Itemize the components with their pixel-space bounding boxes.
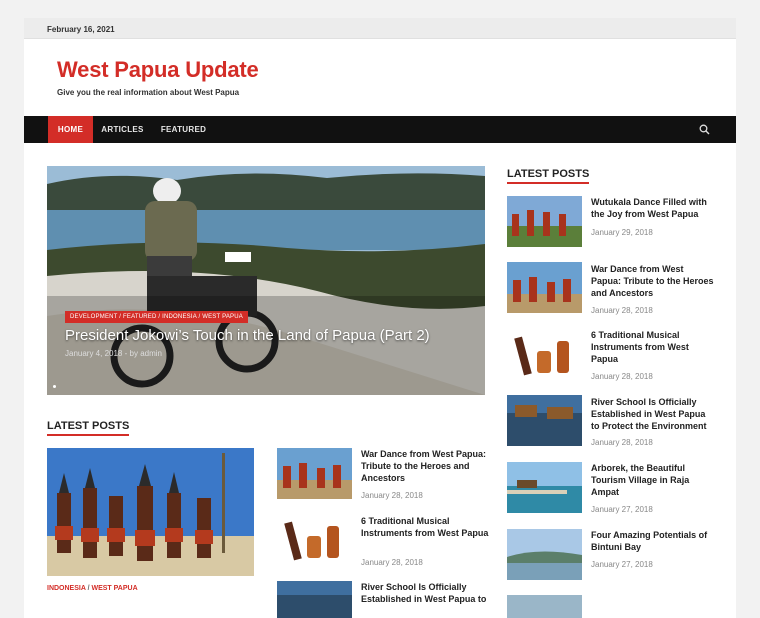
sidebar-thumbnail[interactable] [507, 262, 582, 313]
site-title[interactable]: West Papua Update [57, 39, 736, 83]
big-post-image[interactable] [47, 448, 254, 576]
sidebar-thumbnail[interactable] [507, 395, 582, 446]
category-link-indonesia[interactable]: INDONESIA [47, 585, 86, 592]
sidebar-thumbnail[interactable] [507, 462, 582, 513]
sidebar-thumbnail[interactable] [507, 595, 582, 618]
hero-meta: January 4, 2018 - by admin [65, 349, 162, 358]
nav-item-home[interactable]: HOME [48, 116, 93, 143]
sidebar-thumbnail[interactable] [507, 196, 582, 247]
hero-date[interactable]: January 4, 2018 [65, 349, 122, 358]
post-title[interactable]: 6 Traditional Musical Instruments from W… [361, 515, 489, 539]
big-post-categories: INDONESIA / WEST PAPUA [47, 585, 138, 592]
post-title[interactable]: War Dance from West Papua: Tribute to th… [361, 448, 489, 484]
featured-slider[interactable]: DEVELOPMENT / FEATURED / INDONESIA / WES… [47, 166, 485, 395]
sidebar-post-date[interactable]: January 29, 2018 [591, 228, 653, 237]
sidebar-post-date[interactable]: January 27, 2018 [591, 560, 653, 569]
sidebar-post-title[interactable]: War Dance from West Papua: Tribute to th… [591, 263, 716, 299]
post-date[interactable]: January 28, 2018 [361, 558, 423, 567]
sidebar-post-title[interactable]: 6 Traditional Musical Instruments from W… [591, 329, 716, 365]
page-container: February 16, 2021 West Papua Update Give… [24, 18, 736, 618]
sidebar-post-title[interactable]: River School Is Officially Established i… [591, 396, 716, 432]
nav-item-featured[interactable]: FEATURED [152, 116, 215, 143]
search-icon[interactable] [699, 124, 710, 135]
hero-title[interactable]: President Jokowi’s Touch in the Land of … [65, 327, 430, 344]
sidebar-post-title[interactable]: Wutukala Dance Filled with the Joy from … [591, 196, 716, 220]
sidebar-section-title: LATEST POSTS [507, 168, 590, 184]
current-date: February 16, 2021 [47, 25, 115, 34]
hero-author[interactable]: admin [140, 349, 162, 358]
site-tagline: Give you the real information about West… [57, 88, 240, 97]
category-link-west-papua[interactable]: WEST PAPUA [91, 585, 137, 592]
nav-item-articles[interactable]: ARTICLES [93, 116, 152, 143]
post-thumbnail[interactable] [277, 448, 352, 499]
hero-image [47, 166, 485, 395]
sidebar-post-date[interactable]: January 28, 2018 [591, 306, 653, 315]
top-bar: February 16, 2021 [24, 18, 736, 39]
post-date[interactable]: January 28, 2018 [361, 491, 423, 500]
post-thumbnail[interactable] [277, 514, 352, 565]
slider-dot[interactable] [53, 385, 56, 388]
sidebar-post-title[interactable]: Four Amazing Potentials of Bintuni Bay [591, 529, 716, 553]
hero-author-prefix: - by [124, 349, 138, 358]
sidebar-post-title[interactable]: Arborek, the Beautiful Tourism Village i… [591, 462, 716, 498]
sidebar-post-date[interactable]: January 28, 2018 [591, 372, 653, 381]
site-header: West Papua Update Give you the real info… [24, 39, 736, 116]
sidebar-post-date[interactable]: January 28, 2018 [591, 438, 653, 447]
post-title[interactable]: River School Is Officially Established i… [361, 581, 489, 605]
sidebar-post-date[interactable]: January 27, 2018 [591, 505, 653, 514]
hero-categories[interactable]: DEVELOPMENT / FEATURED / INDONESIA / WES… [65, 311, 248, 323]
sidebar-thumbnail[interactable] [507, 329, 582, 380]
main-nav: HOME ARTICLES FEATURED [24, 116, 736, 143]
sidebar-thumbnail[interactable] [507, 529, 582, 580]
main-section-title: LATEST POSTS [47, 420, 130, 436]
